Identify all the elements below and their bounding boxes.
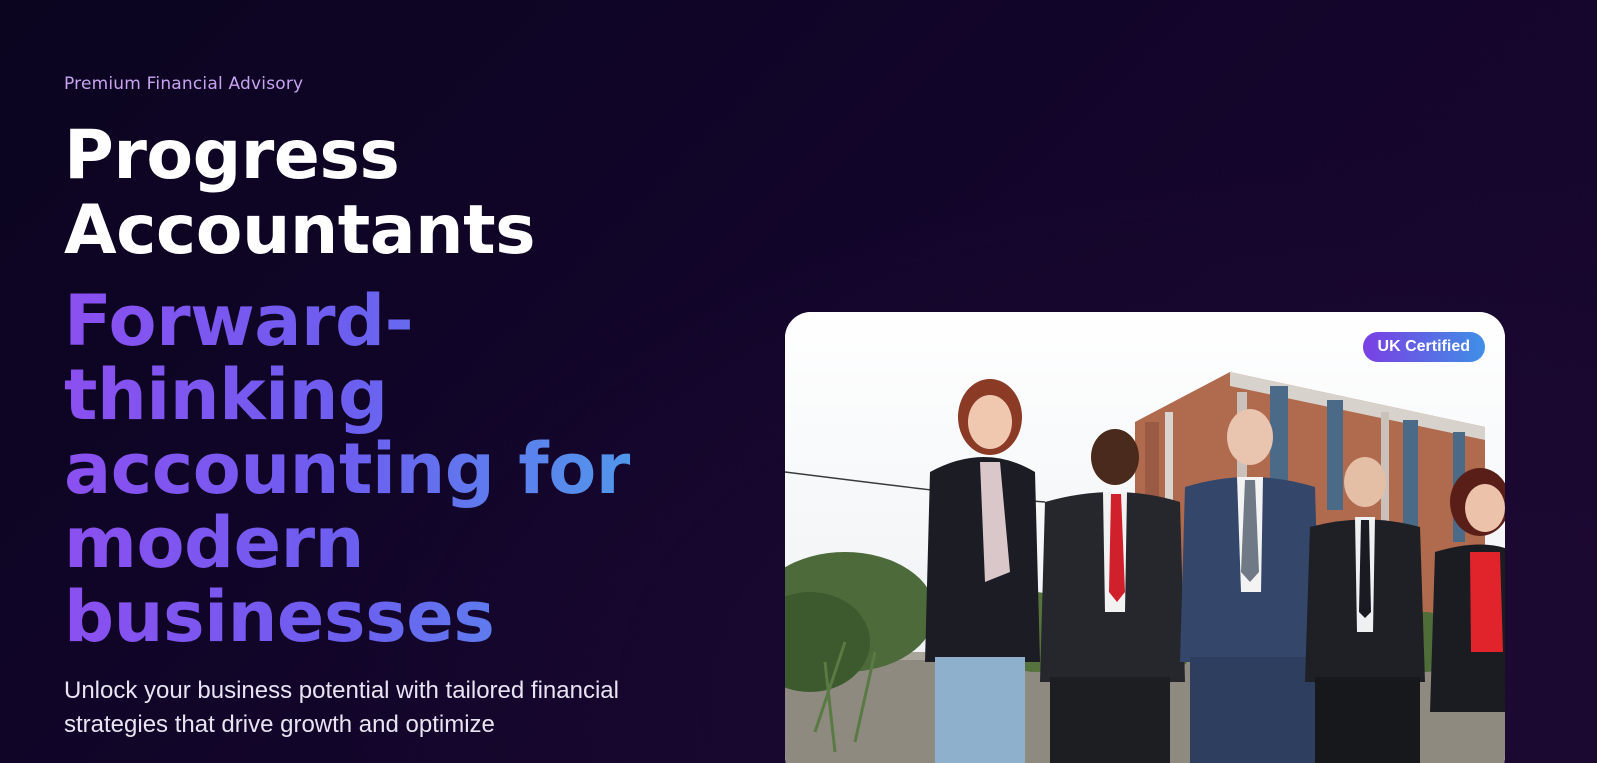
team-photo [785, 312, 1505, 763]
uk-certified-badge: UK Certified [1362, 332, 1485, 362]
team-photo-card: UK Certified [785, 312, 1505, 763]
tagline-line-4: modern [64, 502, 364, 584]
brand-title-line-2: Accountants [64, 191, 536, 270]
tagline-line-2: thinking [64, 354, 388, 436]
tagline-line-1: Forward- [64, 280, 414, 362]
brand-title: Progress Accountants [64, 116, 536, 270]
tagline-line-5: businesses [64, 576, 495, 658]
hero-tagline: Forward- thinking accounting for modern … [64, 284, 704, 654]
hero-description: Unlock your business potential with tail… [64, 677, 619, 738]
eyebrow-text: Premium Financial Advisory [64, 74, 304, 94]
brand-title-line-1: Progress [64, 116, 400, 195]
tagline-line-3: accounting for [64, 428, 630, 510]
